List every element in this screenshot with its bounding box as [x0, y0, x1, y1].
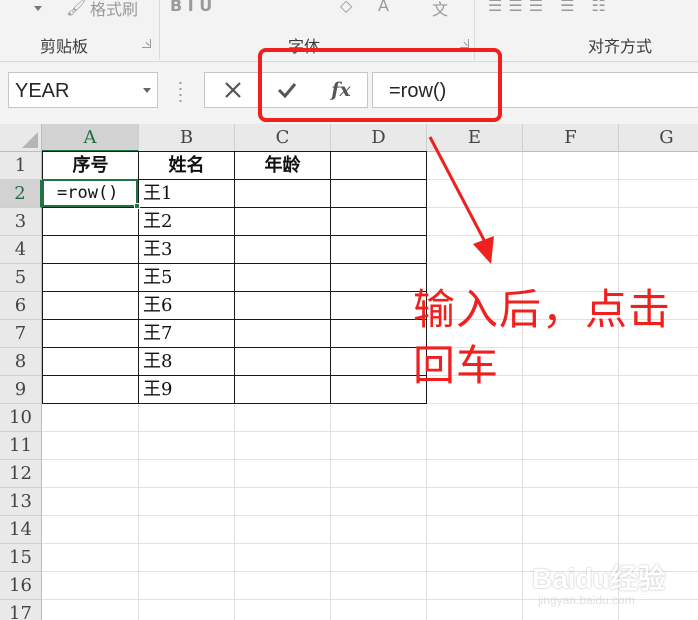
annotation-text: 输入后，点击回车 — [413, 285, 672, 390]
watermark-url: jingyan.baidu.com — [538, 593, 635, 607]
watermark-brand: Baidu经验 — [532, 563, 666, 594]
baidu-watermark: Baidu经验 jingyan.baidu.com — [532, 545, 692, 615]
